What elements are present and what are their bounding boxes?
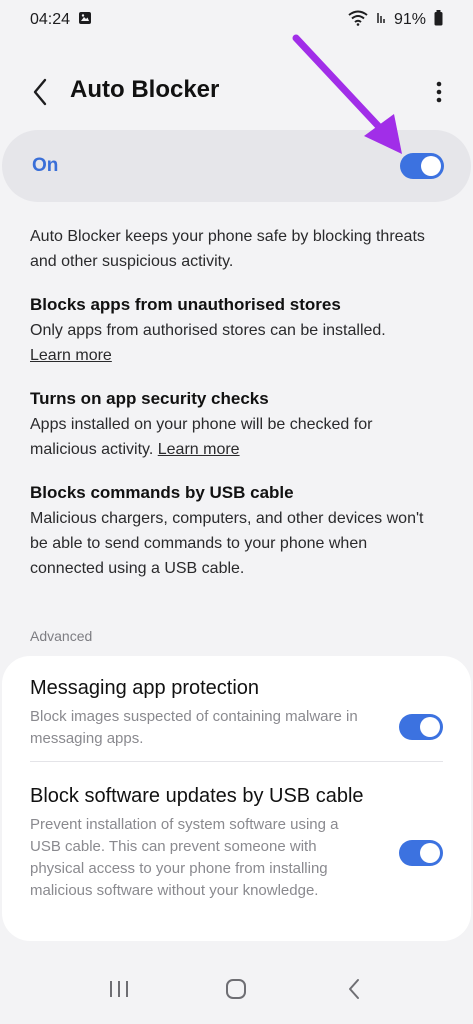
home-button[interactable]: [216, 969, 256, 1009]
battery-icon: [434, 9, 443, 31]
learn-more-link[interactable]: Learn more: [30, 347, 112, 364]
toggle-knob: [421, 156, 441, 176]
status-time: 04:24: [30, 11, 71, 28]
home-icon: [226, 979, 247, 999]
advanced-settings-card: Messaging app protection Block images su…: [2, 656, 471, 941]
section-security-checks: Turns on app security checks Apps instal…: [30, 386, 443, 462]
section-body-text: Only apps from authorised stores can be …: [30, 322, 386, 339]
advanced-section-label: Advanced: [30, 628, 93, 644]
recents-button[interactable]: [99, 969, 139, 1009]
section-title: Blocks apps from unauthorised stores: [30, 295, 341, 314]
setting-description: Prevent installation of system software …: [30, 816, 339, 899]
master-switch-card[interactable]: On: [2, 130, 471, 202]
setting-description: Block images suspected of containing mal…: [30, 708, 358, 747]
more-options-button[interactable]: [429, 74, 449, 110]
app-header: Auto Blocker: [0, 60, 473, 124]
status-right: 91%: [348, 9, 443, 31]
section-title: Blocks commands by USB cable: [30, 483, 294, 502]
wifi-icon: [348, 10, 368, 31]
status-bar: 04:24 91%: [0, 0, 473, 40]
setting-usb-software-updates[interactable]: Block software updates by USB cable Prev…: [30, 782, 443, 902]
toggle-knob: [420, 717, 440, 737]
master-toggle[interactable]: [400, 153, 444, 179]
section-usb-commands: Blocks commands by USB cable Malicious c…: [30, 480, 443, 581]
status-left: 04:24: [30, 11, 92, 30]
messaging-protection-toggle[interactable]: [399, 714, 443, 740]
back-nav-button[interactable]: [334, 969, 374, 1009]
section-body: Only apps from authorised stores can be …: [30, 318, 443, 368]
page-title: Auto Blocker: [70, 76, 220, 103]
back-icon: [349, 979, 360, 999]
gallery-icon: [78, 11, 92, 30]
master-switch-label: On: [32, 155, 59, 176]
recents-icon: [109, 981, 128, 997]
chevron-left-icon: [33, 78, 47, 106]
usb-updates-toggle[interactable]: [399, 840, 443, 866]
section-title: Turns on app security checks: [30, 389, 269, 408]
more-vert-icon: [436, 81, 442, 103]
setting-text: Messaging app protection Block images su…: [30, 674, 375, 750]
setting-messaging-protection[interactable]: Messaging app protection Block images su…: [30, 674, 443, 750]
section-unauthorised-stores: Blocks apps from unauthorised stores Onl…: [30, 292, 443, 368]
setting-text: Block software updates by USB cable Prev…: [30, 782, 365, 902]
back-button[interactable]: [24, 74, 56, 110]
section-body: Malicious chargers, computers, and other…: [30, 510, 424, 577]
learn-more-link[interactable]: Learn more: [158, 441, 240, 458]
divider: [30, 761, 443, 762]
setting-title: Block software updates by USB cable: [30, 785, 364, 807]
setting-title: Messaging app protection: [30, 677, 260, 699]
intro-description: Auto Blocker keeps your phone safe by bl…: [30, 228, 425, 270]
toggle-knob: [420, 843, 440, 863]
signal-icon: [376, 11, 386, 30]
section-body: Apps installed on your phone will be che…: [30, 412, 443, 462]
info-content: Auto Blocker keeps your phone safe by bl…: [30, 224, 443, 581]
navigation-bar: [0, 954, 473, 1024]
battery-percent: 91%: [393, 11, 426, 28]
